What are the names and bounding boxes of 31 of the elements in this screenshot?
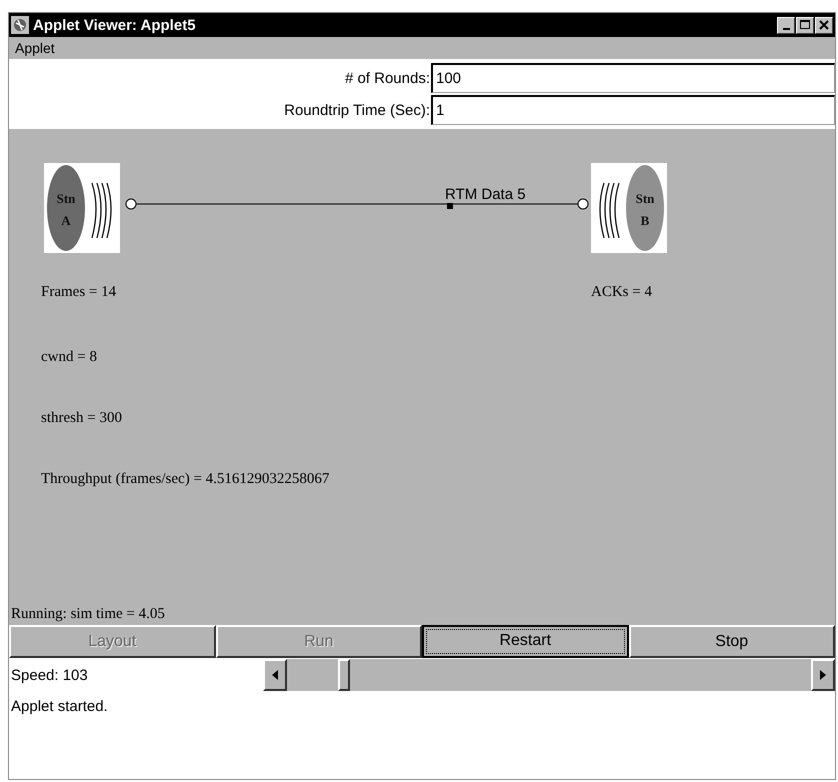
statistic-text: Throughput (frames/sec) = 4.516129032258067	[41, 471, 330, 488]
status-text: Applet started.	[11, 698, 108, 715]
simulation-status: Running: sim time = 4.05	[11, 606, 165, 623]
left-arrow-icon	[272, 670, 278, 680]
field-label: # of Rounds:	[344, 70, 430, 86]
slider-thumb[interactable]	[338, 659, 350, 691]
menu-item[interactable]: Applet	[13, 40, 57, 56]
statistic-text: cwnd = 8	[41, 349, 98, 366]
maximize-button[interactable]	[796, 16, 814, 34]
window-title: Applet Viewer: Applet5	[33, 16, 197, 34]
scroll-right-button[interactable]	[811, 659, 835, 691]
station-drawing: Stn A	[44, 163, 120, 253]
input-field[interactable]: 1	[431, 95, 835, 125]
speed-slider[interactable]	[263, 659, 835, 691]
acks-count: ACKs = 4	[591, 284, 652, 301]
input-field[interactable]: 100	[431, 63, 835, 93]
action-button[interactable]: Restart	[422, 625, 628, 658]
action-button[interactable]: Stop	[628, 625, 835, 658]
scroll-left-button[interactable]	[263, 659, 287, 691]
field-label: Roundtrip Time (Sec):	[284, 102, 430, 118]
minimize-icon	[782, 28, 790, 30]
station-drawing: Stn B	[591, 163, 667, 253]
speed-label: Speed: 103	[10, 666, 89, 684]
close-button[interactable]	[815, 16, 833, 34]
right-arrow-icon	[820, 670, 826, 680]
packet-label: RTM Data 5	[445, 186, 526, 203]
frames-count: Frames = 14	[41, 284, 116, 301]
maximize-icon	[800, 20, 810, 30]
close-icon	[819, 20, 829, 30]
statistic-text: sthresh = 300	[41, 410, 123, 427]
minimize-button[interactable]	[777, 16, 795, 34]
